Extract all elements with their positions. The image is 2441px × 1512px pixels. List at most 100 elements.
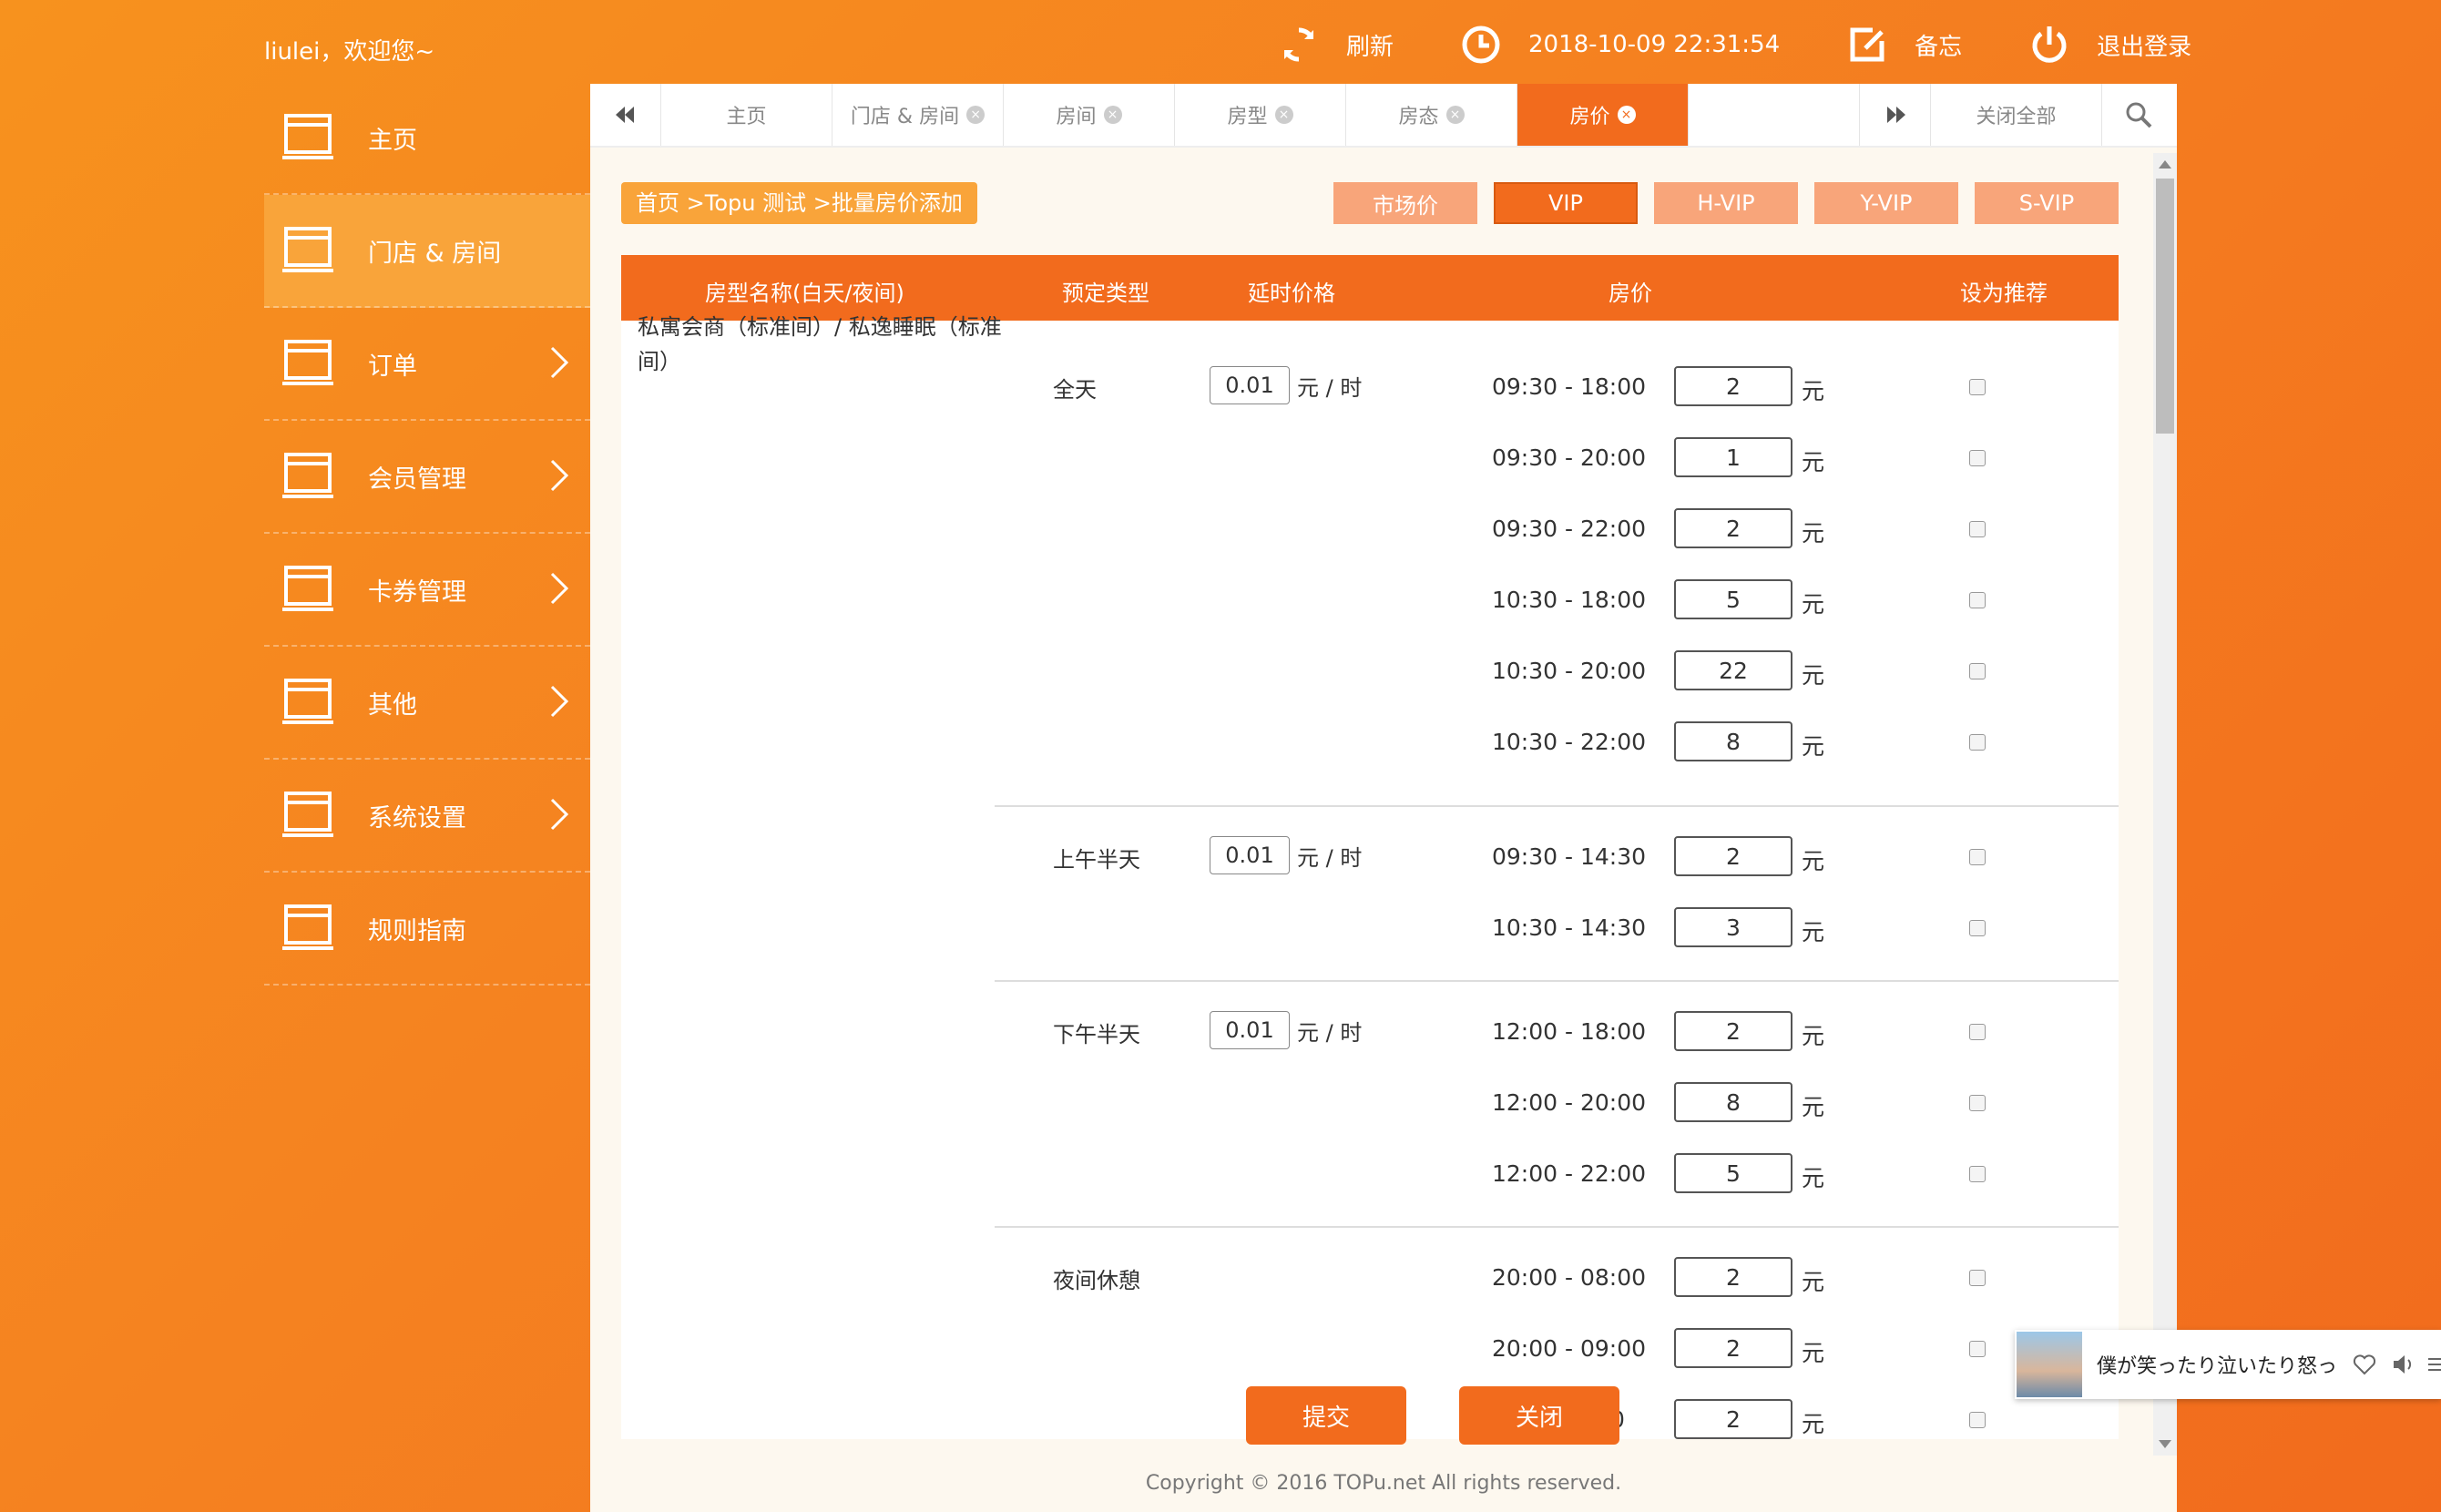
sidebar-item-orders[interactable]: 订单 xyxy=(264,308,590,421)
sidebar: 主页 门店 & 房间 订单 会员管理 卡券管理 其他 系统设置 规则指南 xyxy=(264,82,590,986)
price-input[interactable]: 2 xyxy=(1674,366,1792,406)
price-tab-y-vip[interactable]: Y-VIP xyxy=(1814,182,1958,224)
window-icon xyxy=(282,679,333,724)
scroll-down-icon[interactable] xyxy=(2159,1440,2171,1448)
price-input[interactable]: 8 xyxy=(1674,721,1792,761)
tab-room-price[interactable]: 房价 × xyxy=(1517,84,1689,146)
close-icon[interactable]: × xyxy=(1103,106,1122,124)
sidebar-item-other[interactable]: 其他 xyxy=(264,647,590,760)
scroll-up-icon[interactable] xyxy=(2159,160,2171,169)
tab-room-types[interactable]: 房型 × xyxy=(1175,84,1346,146)
currency-unit: 元 xyxy=(1802,1094,1825,1120)
close-icon[interactable]: × xyxy=(966,106,986,124)
sidebar-item-label: 系统设置 xyxy=(368,803,466,833)
window-icon xyxy=(282,904,333,950)
sidebar-item-coupons[interactable]: 卡券管理 xyxy=(264,534,590,647)
sidebar-item-label: 订单 xyxy=(368,352,417,381)
recommend-checkbox[interactable] xyxy=(1969,1270,1986,1286)
tab-label: 房型 xyxy=(1227,106,1268,128)
clock-icon xyxy=(1457,21,1505,68)
chevron-right-icon xyxy=(550,346,569,379)
chevron-right-icon xyxy=(550,685,569,718)
price-tab-s-vip[interactable]: S-VIP xyxy=(1975,182,2119,224)
price-input[interactable]: 2 xyxy=(1674,1328,1792,1368)
close-icon[interactable]: × xyxy=(1445,106,1465,124)
recommend-checkbox[interactable] xyxy=(1969,849,1986,865)
price-input[interactable]: 2 xyxy=(1674,1257,1792,1297)
price-tab-vip[interactable]: VIP xyxy=(1494,182,1638,224)
power-icon xyxy=(2026,21,2073,68)
recommend-checkbox[interactable] xyxy=(1969,1412,1986,1428)
currency-unit: 元 xyxy=(1802,662,1825,689)
price-input[interactable]: 1 xyxy=(1674,437,1792,477)
price-input[interactable]: 5 xyxy=(1674,579,1792,619)
sidebar-item-settings[interactable]: 系统设置 xyxy=(264,760,590,873)
close-icon[interactable]: × xyxy=(1617,106,1636,124)
recommend-checkbox[interactable] xyxy=(1969,1341,1986,1357)
tab-home[interactable]: 主页 xyxy=(661,84,832,146)
logout-button[interactable]: 退出登录 xyxy=(2026,21,2191,68)
price-input[interactable]: 3 xyxy=(1674,907,1792,947)
scroll-thumb[interactable] xyxy=(2156,179,2174,434)
music-player[interactable]: 僕が笑ったり泣いたり怒っ xyxy=(2015,1330,2441,1399)
time-range: 20:00 - 08:00 xyxy=(1492,1264,1647,1291)
tab-stores-rooms[interactable]: 门店 & 房间 × xyxy=(832,84,1004,146)
recommend-checkbox[interactable] xyxy=(1969,521,1986,537)
time-range: 10:30 - 20:00 xyxy=(1492,658,1647,684)
memo-button[interactable]: 备忘 xyxy=(1844,21,1962,68)
recommend-checkbox[interactable] xyxy=(1969,592,1986,608)
price-input[interactable]: 2 xyxy=(1674,508,1792,548)
tab-room-status[interactable]: 房态 × xyxy=(1346,84,1517,146)
tab-prev-button[interactable] xyxy=(590,84,661,146)
volume-icon[interactable] xyxy=(2390,1352,2415,1377)
search-button[interactable] xyxy=(2102,84,2175,146)
currency-unit: 元 xyxy=(1802,848,1825,874)
price-tab-market[interactable]: 市场价 xyxy=(1333,182,1477,224)
price-row: 09:30 - 20:00 1 元 xyxy=(995,437,2119,479)
price-tab-h-vip[interactable]: H-VIP xyxy=(1654,182,1798,224)
price-input[interactable]: 2 xyxy=(1674,1399,1792,1439)
close-all-tabs-button[interactable]: 关闭全部 xyxy=(1931,84,2102,146)
tab-next-button[interactable] xyxy=(1860,84,1931,146)
price-input[interactable]: 8 xyxy=(1674,1082,1792,1122)
sidebar-item-stores-rooms[interactable]: 门店 & 房间 xyxy=(264,195,590,308)
recommend-checkbox[interactable] xyxy=(1969,920,1986,936)
recommend-checkbox[interactable] xyxy=(1969,450,1986,466)
heart-icon[interactable] xyxy=(2352,1352,2377,1377)
price-input[interactable]: 22 xyxy=(1674,650,1792,690)
sidebar-item-members[interactable]: 会员管理 xyxy=(264,421,590,534)
recommend-checkbox[interactable] xyxy=(1969,1024,1986,1040)
breadcrumb[interactable]: 首页 >Topu 测试 >批量房价添加 xyxy=(621,182,977,224)
recommend-checkbox[interactable] xyxy=(1969,663,1986,679)
refresh-button[interactable]: 刷新 xyxy=(1275,21,1394,68)
price-row: 10:30 - 20:00 22 元 xyxy=(995,650,2119,692)
tab-spacer xyxy=(1689,84,1860,146)
vertical-scrollbar[interactable] xyxy=(2153,153,2177,1456)
submit-button[interactable]: 提交 xyxy=(1246,1386,1406,1445)
close-button[interactable]: 关闭 xyxy=(1459,1386,1619,1445)
chevron-right-icon xyxy=(550,798,569,831)
tab-label: 门店 & 房间 xyxy=(850,106,960,128)
close-icon[interactable]: × xyxy=(1274,106,1293,124)
price-input[interactable]: 2 xyxy=(1674,1011,1792,1051)
time-range: 09:30 - 22:00 xyxy=(1492,516,1647,542)
sidebar-item-guide[interactable]: 规则指南 xyxy=(264,873,590,986)
time-range: 09:30 - 18:00 xyxy=(1492,373,1647,400)
price-row: 12:00 - 22:00 5 元 xyxy=(995,1153,2119,1195)
recommend-checkbox[interactable] xyxy=(1969,379,1986,395)
datetime-display: 2018-10-09 22:31:54 xyxy=(1457,21,1780,68)
price-input[interactable]: 5 xyxy=(1674,1153,1792,1193)
playlist-icon[interactable] xyxy=(2428,1352,2441,1377)
time-range: 12:00 - 20:00 xyxy=(1492,1089,1647,1116)
sidebar-item-home[interactable]: 主页 xyxy=(264,82,590,195)
currency-unit: 元 xyxy=(1802,1165,1825,1191)
recommend-checkbox[interactable] xyxy=(1969,1095,1986,1111)
tab-label: 房态 xyxy=(1398,106,1439,128)
recommend-checkbox[interactable] xyxy=(1969,1166,1986,1182)
price-row: 10:30 - 14:30 3 元 xyxy=(995,907,2119,949)
tab-rooms[interactable]: 房间 × xyxy=(1004,84,1175,146)
price-input[interactable]: 2 xyxy=(1674,836,1792,876)
recommend-checkbox[interactable] xyxy=(1969,734,1986,751)
welcome-text: liulei，欢迎您~ xyxy=(264,38,435,66)
song-title: 僕が笑ったり泣いたり怒っ xyxy=(2097,1355,2338,1378)
